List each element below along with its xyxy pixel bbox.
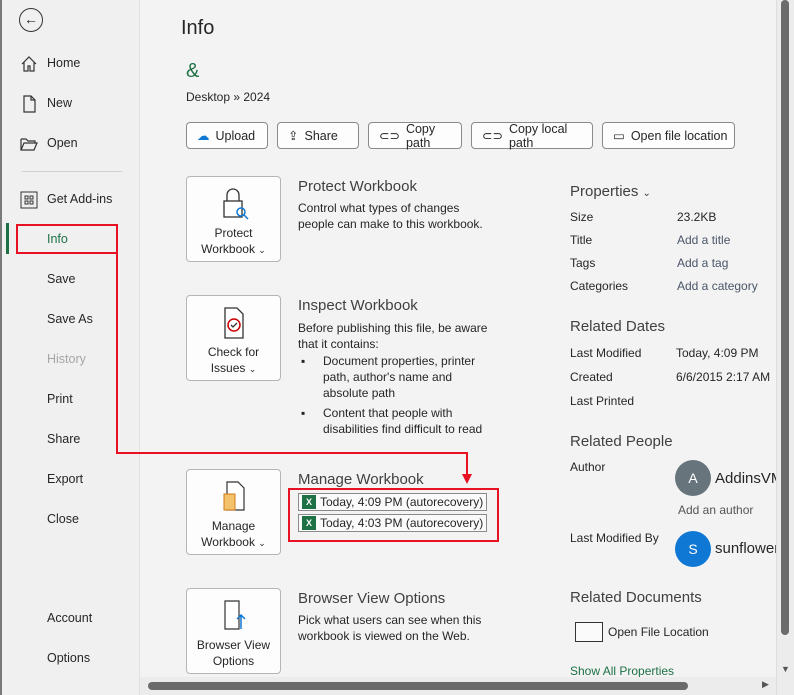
manage-workbook-icon <box>223 481 245 511</box>
modifier-avatar: S <box>675 531 711 567</box>
related-documents-heading: Related Documents <box>570 589 702 606</box>
related-people-heading: Related People <box>570 433 673 450</box>
title-field[interactable]: Add a title <box>677 233 730 247</box>
horizontal-scrollbar[interactable]: ▶ <box>140 677 776 695</box>
categories-field[interactable]: Add a category <box>677 279 758 293</box>
add-author-field[interactable]: Add an author <box>678 503 753 517</box>
copy-path-button[interactable]: ⊂⊃ Copy path <box>368 122 462 150</box>
chevron-down-icon: ⌄ <box>258 538 266 548</box>
author-label: Author <box>570 460 606 474</box>
inspect-description: Before publishing this file, be aware th… <box>298 321 488 351</box>
browser-view-icon <box>223 600 246 630</box>
chevron-down-icon: ⌄ <box>258 245 266 255</box>
vertical-scrollbar[interactable]: ▼ <box>776 0 794 695</box>
scroll-down-arrow[interactable]: ▼ <box>781 664 790 674</box>
protect-title: Protect Workbook <box>298 178 417 195</box>
last-modified-label: Last Modified <box>570 346 642 360</box>
browser-view-options-button[interactable]: Browser View Options <box>186 588 281 674</box>
folder-icon: ▭ <box>613 129 625 143</box>
author-avatar: A <box>675 460 711 496</box>
excel-file-icon: X <box>302 516 316 530</box>
link-icon: ⊂⊃ <box>379 129 400 143</box>
last-modified-value: Today, 4:09 PM <box>676 346 759 360</box>
inspect-title: Inspect Workbook <box>298 297 418 314</box>
browser-title: Browser View Options <box>298 590 446 607</box>
copy-local-path-button[interactable]: ⊂⊃ Copy local path <box>471 122 593 150</box>
scrollbar-thumb[interactable] <box>781 0 789 635</box>
categories-label: Categories <box>570 279 629 293</box>
cloud-upload-icon: ☁ <box>197 129 210 143</box>
share-button[interactable]: ⇪ Share <box>277 122 359 149</box>
version-item[interactable]: X Today, 4:03 PM (autorecovery) <box>298 514 488 532</box>
upload-button[interactable]: ☁ Upload <box>186 122 268 149</box>
created-label: Created <box>570 370 613 384</box>
file-path: Desktop » 2024 <box>186 90 271 104</box>
manage-workbook-button[interactable]: Manage Workbook ⌄ <box>186 469 281 555</box>
last-modified-by-label: Last Modified By <box>570 531 659 545</box>
author-name[interactable]: AddinsVM <box>715 470 777 487</box>
browser-description: Pick what users can see when this workbo… <box>298 613 482 643</box>
inspect-bullet: ▪ Document properties, printer path, auth… <box>301 354 476 400</box>
inspect-bullet: ▪ Content that people with disabilities f… <box>301 406 483 436</box>
show-all-properties-link[interactable]: Show All Properties <box>570 664 674 678</box>
related-dates-heading: Related Dates <box>570 318 666 335</box>
modifier-name[interactable]: sunflower <box>715 540 777 557</box>
chevron-down-icon: ⌄ <box>248 364 257 374</box>
properties-dropdown[interactable]: Properties ⌄ <box>570 183 651 200</box>
open-file-location-button[interactable]: ▭ Open file location <box>602 122 735 149</box>
tags-label: Tags <box>570 256 596 270</box>
version-item[interactable]: X Today, 4:09 PM (autorecovery) <box>298 493 488 511</box>
scroll-right-arrow[interactable]: ▶ <box>762 679 769 690</box>
folder-icon <box>575 622 603 642</box>
inspect-document-icon <box>223 307 244 339</box>
chevron-down-icon: ⌄ <box>642 188 651 199</box>
size-value: 23.2KB <box>677 210 717 224</box>
open-file-location-link[interactable]: Open File Location <box>575 622 709 642</box>
file-name: & <box>186 60 200 82</box>
manage-title: Manage Workbook <box>298 471 424 488</box>
created-value: 6/6/2015 2:17 AM <box>676 370 771 384</box>
page-title: Info <box>181 17 215 39</box>
share-icon: ⇪ <box>288 129 299 143</box>
tags-field[interactable]: Add a tag <box>677 256 728 270</box>
excel-file-icon: X <box>302 495 316 509</box>
last-printed-label: Last Printed <box>570 394 635 408</box>
size-label: Size <box>570 210 594 224</box>
title-label: Title <box>570 233 593 247</box>
link-icon: ⊂⊃ <box>482 129 503 143</box>
protect-workbook-button[interactable]: Protect Workbook ⌄ <box>186 176 281 262</box>
scrollbar-thumb[interactable] <box>148 682 688 690</box>
protect-description: Control what types of changes people can… <box>298 201 483 231</box>
lock-key-icon <box>222 188 249 220</box>
check-for-issues-button[interactable]: Check for Issues ⌄ <box>186 295 281 381</box>
